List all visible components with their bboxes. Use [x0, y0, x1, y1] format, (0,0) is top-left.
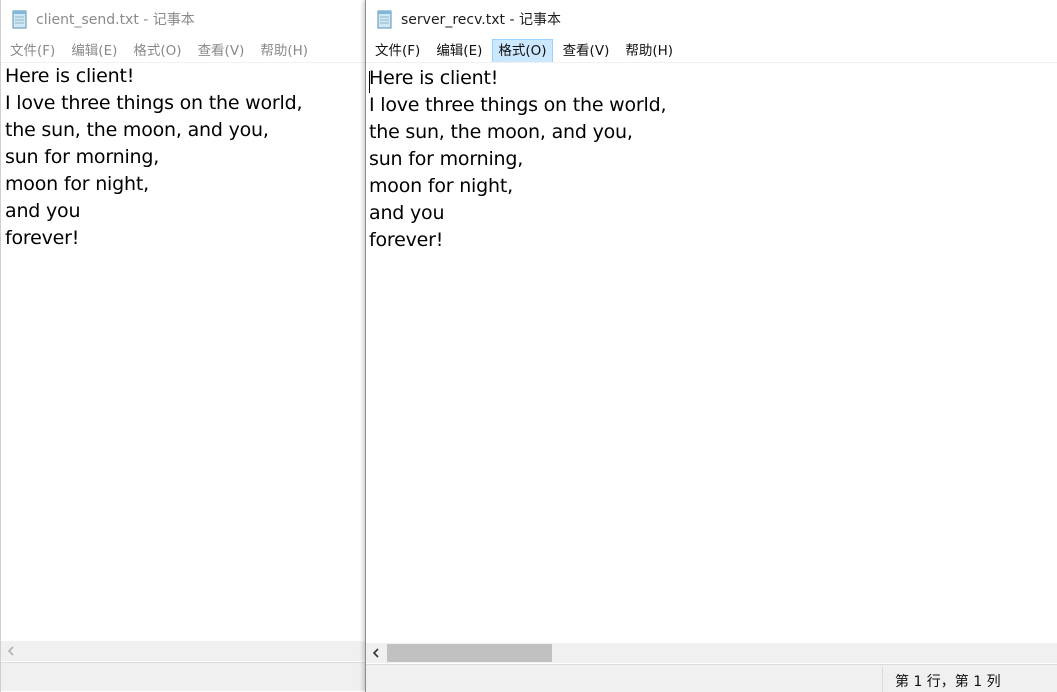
text-line: forever! [369, 229, 444, 251]
window-title: client_send.txt - 记事本 [36, 12, 195, 28]
cursor-position: 第 1 行，第 1 列 [895, 674, 1001, 690]
title-bar[interactable]: client_send.txt - 记事本 [1, 0, 366, 38]
text-line: Here is client! [5, 65, 135, 87]
menu-format[interactable]: 格式(O) [492, 39, 553, 63]
menu-help[interactable]: 帮助(H) [254, 39, 314, 63]
menu-help[interactable]: 帮助(H) [619, 39, 679, 63]
title-bar[interactable]: server_recv.txt - 记事本 [366, 0, 1057, 38]
text-line: forever! [5, 227, 80, 249]
text-line: Here is client! [369, 67, 499, 89]
notepad-icon [376, 9, 394, 29]
window-title: server_recv.txt - 记事本 [401, 12, 561, 28]
menu-file[interactable]: 文件(F) [369, 39, 426, 63]
horizontal-scrollbar[interactable] [366, 643, 1057, 663]
text-line: and you [369, 202, 445, 224]
text-editor[interactable]: Here is client! I love three things on t… [366, 65, 1057, 642]
text-line: sun for morning, [369, 148, 524, 170]
menu-divider [366, 62, 1057, 63]
text-line: I love three things on the world, [369, 94, 667, 116]
chevron-left-icon[interactable] [370, 646, 382, 660]
horizontal-scrollbar[interactable] [1, 641, 366, 661]
text-caret [369, 71, 370, 93]
text-line: the sun, the moon, and you, [5, 119, 269, 141]
text-line: moon for night, [5, 173, 149, 195]
menu-edit[interactable]: 编辑(E) [430, 39, 488, 63]
scrollbar-thumb[interactable] [387, 644, 552, 662]
chevron-left-icon[interactable] [5, 644, 17, 658]
text-line: the sun, the moon, and you, [369, 121, 633, 143]
notepad-window-server[interactable]: server_recv.txt - 记事本 文件(F) 编辑(E) 格式(O) … [365, 0, 1057, 692]
menu-edit[interactable]: 编辑(E) [65, 39, 123, 63]
menu-file[interactable]: 文件(F) [4, 39, 61, 63]
notepad-window-client[interactable]: client_send.txt - 记事本 文件(F) 编辑(E) 格式(O) … [0, 0, 366, 692]
menu-format[interactable]: 格式(O) [127, 39, 187, 63]
menu-bar: 文件(F) 编辑(E) 格式(O) 查看(V) 帮助(H) [1, 40, 366, 62]
text-line: and you [5, 200, 81, 222]
text-editor[interactable]: Here is client! I love three things on t… [1, 63, 366, 642]
text-line: I love three things on the world, [5, 92, 303, 114]
notepad-icon [11, 9, 29, 29]
menu-view[interactable]: 查看(V) [557, 39, 616, 63]
status-divider [882, 667, 883, 692]
status-bar [1, 662, 366, 691]
text-line: sun for morning, [5, 146, 160, 168]
menu-bar: 文件(F) 编辑(E) 格式(O) 查看(V) 帮助(H) [366, 39, 1057, 63]
status-bar: 第 1 行，第 1 列 [366, 664, 1057, 692]
text-line: moon for night, [369, 175, 513, 197]
menu-view[interactable]: 查看(V) [192, 39, 251, 63]
